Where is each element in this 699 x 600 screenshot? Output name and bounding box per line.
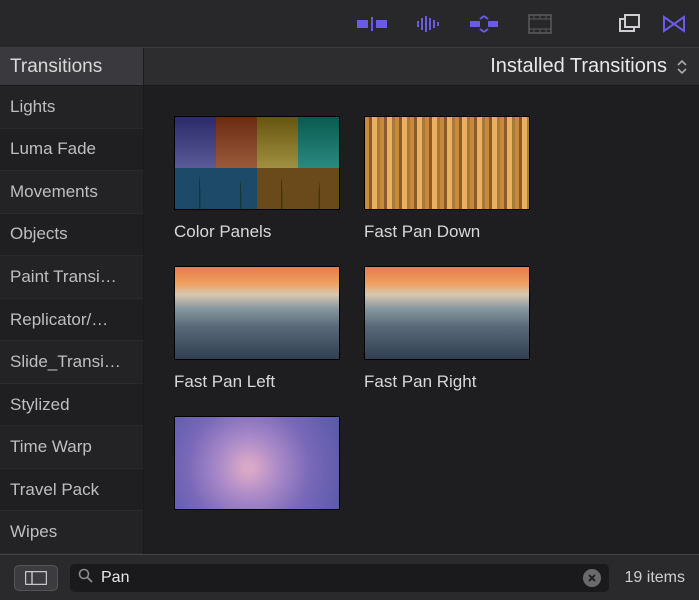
search-icon [78, 568, 93, 588]
tile-label: Fast Pan Right [364, 372, 530, 392]
sidebar-item-time-warp[interactable]: Time Warp [0, 426, 143, 469]
tile-label: Color Panels [174, 222, 340, 242]
sidebar-item-label: Wipes [10, 522, 57, 542]
thumbnail [364, 266, 530, 360]
filmstrip-icon[interactable] [525, 12, 555, 36]
sidebar-item-slide-transitions[interactable]: Slide_Transi… [0, 341, 143, 384]
sidebar-item-replicator[interactable]: Replicator/… [0, 299, 143, 342]
sidebar-item-label: Time Warp [10, 437, 92, 457]
transition-crossfade-icon[interactable] [357, 12, 387, 36]
sidebar-item-label: Lights [10, 97, 55, 117]
browser-footer: 19 items [0, 554, 699, 600]
bowtie-icon[interactable] [659, 12, 689, 36]
search-field[interactable] [70, 564, 609, 592]
transition-tile[interactable]: Fast Pan Left [174, 266, 340, 392]
layout-toggle-button[interactable] [14, 565, 58, 591]
sidebar-item-stylized[interactable]: Stylized [0, 384, 143, 427]
sidebar-item-objects[interactable]: Objects [0, 214, 143, 257]
sidebar-item-label: Travel Pack [10, 480, 99, 500]
category-sidebar: Lights Luma Fade Movements Objects Paint… [0, 86, 144, 554]
transition-gallery: Color Panels Fast Pan Down Fast Pan Left… [144, 86, 699, 554]
top-toolbar [0, 0, 699, 48]
panel-title: Transitions [0, 48, 144, 85]
transition-split-icon[interactable] [469, 12, 499, 36]
transition-tile[interactable]: Fast Pan Down [364, 116, 530, 242]
sidebar-item-label: Objects [10, 224, 68, 244]
transition-tile[interactable]: Color Panels [174, 116, 340, 242]
sidebar-item-label: Luma Fade [10, 139, 96, 159]
tile-label: Fast Pan Left [174, 372, 340, 392]
thumbnail [174, 266, 340, 360]
library-dropdown[interactable]: Installed Transitions [144, 48, 699, 85]
item-count-label: 19 items [621, 569, 685, 587]
sidebar-item-movements[interactable]: Movements [0, 171, 143, 214]
sidebar-item-luma-fade[interactable]: Luma Fade [0, 129, 143, 172]
clear-search-button[interactable] [583, 569, 601, 587]
search-input[interactable] [101, 569, 575, 587]
transition-tile[interactable]: Fast Pan Right [364, 266, 530, 392]
thumbnail [174, 416, 340, 510]
sidebar-item-label: Slide_Transi… [10, 352, 121, 372]
audio-meter-icon[interactable] [413, 12, 443, 36]
windows-icon[interactable] [615, 12, 645, 36]
tile-label: Fast Pan Down [364, 222, 530, 242]
chevron-updown-icon [677, 60, 687, 74]
sidebar-item-label: Stylized [10, 395, 70, 415]
sidebar-item-label: Movements [10, 182, 98, 202]
browser-header: Transitions Installed Transitions [0, 48, 699, 86]
transition-tile[interactable] [174, 416, 340, 522]
thumbnail [364, 116, 530, 210]
thumbnail [174, 116, 340, 210]
sidebar-item-lights[interactable]: Lights [0, 86, 143, 129]
sidebar-item-label: Paint Transi… [10, 267, 117, 287]
sidebar-item-wipes[interactable]: Wipes [0, 511, 143, 554]
library-dropdown-label: Installed Transitions [490, 55, 667, 78]
sidebar-item-paint-transitions[interactable]: Paint Transi… [0, 256, 143, 299]
toolbar-center-group [357, 12, 555, 36]
toolbar-right-group [615, 12, 689, 36]
sidebar-item-label: Replicator/… [10, 310, 108, 330]
sidebar-item-travel-pack[interactable]: Travel Pack [0, 469, 143, 512]
